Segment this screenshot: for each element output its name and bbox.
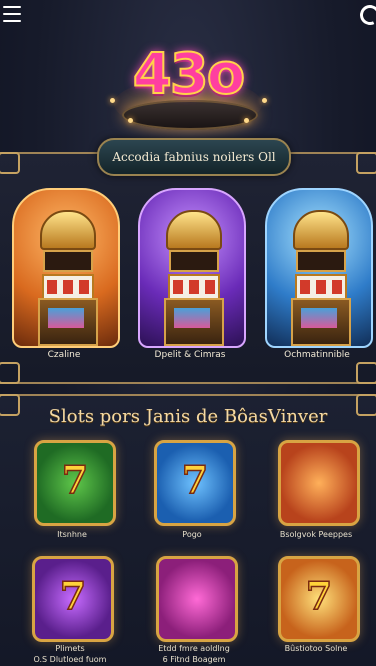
- slot-machine-icon: [289, 206, 351, 346]
- ornament-corner: [356, 152, 376, 174]
- slot-machine-card[interactable]: [12, 188, 120, 348]
- machine-label: Ochmatinnible: [284, 350, 350, 360]
- slot-machine-card[interactable]: [265, 188, 373, 348]
- seven-icon: 7: [61, 456, 89, 503]
- seven-icon: 7: [181, 456, 209, 503]
- slot-machine-icon: [162, 206, 224, 346]
- slot-machine-icon: [36, 206, 98, 346]
- slot-game-tile[interactable]: [278, 440, 360, 526]
- featured-machines: Czaline Dpelit & Cimras Ochmatinnible: [0, 152, 376, 384]
- slot-game-tile[interactable]: 7: [278, 556, 360, 642]
- slot-game-tile[interactable]: 7: [34, 440, 116, 526]
- light-dot: [128, 118, 133, 123]
- tile-label: Itsnhne: [57, 530, 87, 539]
- machine-label: Dpelit & Cimras: [154, 350, 226, 360]
- light-dot: [262, 98, 267, 103]
- tile-label: Etdd fmre aoldlng: [158, 644, 230, 653]
- menu-icon[interactable]: [3, 6, 21, 22]
- user-icon[interactable]: [357, 2, 376, 28]
- seven-icon: 7: [59, 572, 87, 619]
- tile-label: Bûstiotoo Solne: [284, 644, 348, 653]
- machine-label: Czaline: [47, 350, 81, 360]
- ornament-corner: [356, 362, 376, 384]
- tile-sublabel: 6 Fitnd Boagem: [162, 655, 226, 664]
- slot-machine-card[interactable]: [138, 188, 246, 348]
- light-dot: [110, 98, 115, 103]
- seven-icon: 7: [305, 572, 333, 619]
- slot-game-tile[interactable]: 7: [32, 556, 114, 642]
- top-bar: [0, 0, 376, 32]
- tile-label: Bsolgvok Peeppes: [279, 530, 353, 539]
- promo-banner-text: Accodia fabnius noilers Oll: [112, 150, 276, 164]
- slots-section: Slots pors Janis de BôasVinver 7 7 Itsnh…: [0, 394, 376, 666]
- tile-label: Plimets: [55, 644, 85, 653]
- ornament-corner: [0, 152, 20, 174]
- logo-text: 43o: [132, 41, 246, 108]
- section-title: Slots pors Janis de BôasVinver: [48, 406, 328, 427]
- light-dot: [244, 118, 249, 123]
- slot-game-tile[interactable]: 7: [154, 440, 236, 526]
- tile-sublabel: O.S Dlutloed fuom: [33, 655, 107, 664]
- logo: 43o: [104, 38, 272, 138]
- promo-banner[interactable]: Accodia fabnius noilers Oll: [97, 138, 291, 176]
- ornament-corner: [0, 362, 20, 384]
- slot-game-tile[interactable]: [156, 556, 238, 642]
- tile-label: Pogo: [182, 530, 202, 539]
